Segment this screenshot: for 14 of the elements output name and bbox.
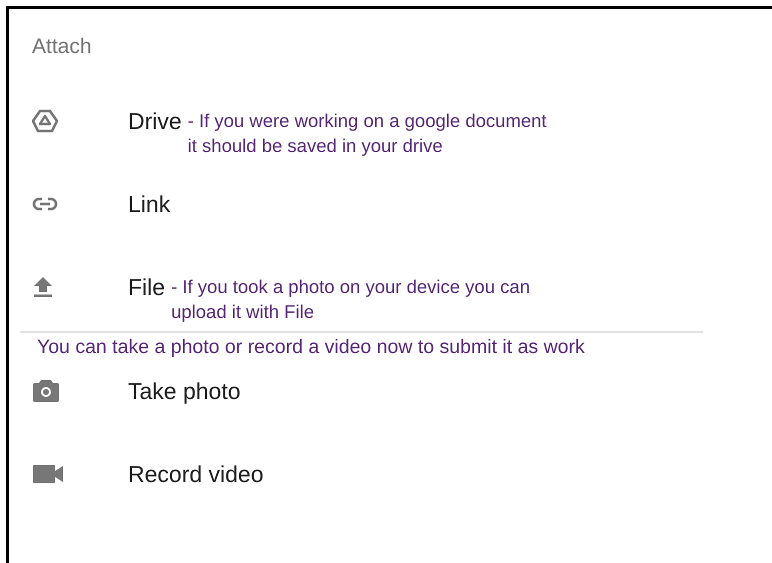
- sheet-title: Attach: [31, 34, 93, 60]
- instruction-text: You can take a photo or record a video now to submit it as work: [36, 336, 585, 358]
- video-camera-icon: [32, 464, 64, 484]
- link-icon: [32, 197, 58, 211]
- annotation-text: - If you took a photo on your device you can upload it with File: [171, 275, 530, 324]
- attach-option[interactable]: File: [128, 272, 166, 302]
- attach-option[interactable]: Link: [128, 189, 170, 219]
- attach-option[interactable]: Take photo: [128, 376, 241, 406]
- attach-option[interactable]: Record video: [128, 459, 264, 489]
- drive-icon: [32, 109, 58, 133]
- annotation-text: - If you were working on a google document it should be saved in your drive: [188, 109, 547, 158]
- attach-option[interactable]: Drive: [128, 106, 182, 136]
- camera-icon: [32, 379, 60, 403]
- upload-icon: [32, 276, 54, 298]
